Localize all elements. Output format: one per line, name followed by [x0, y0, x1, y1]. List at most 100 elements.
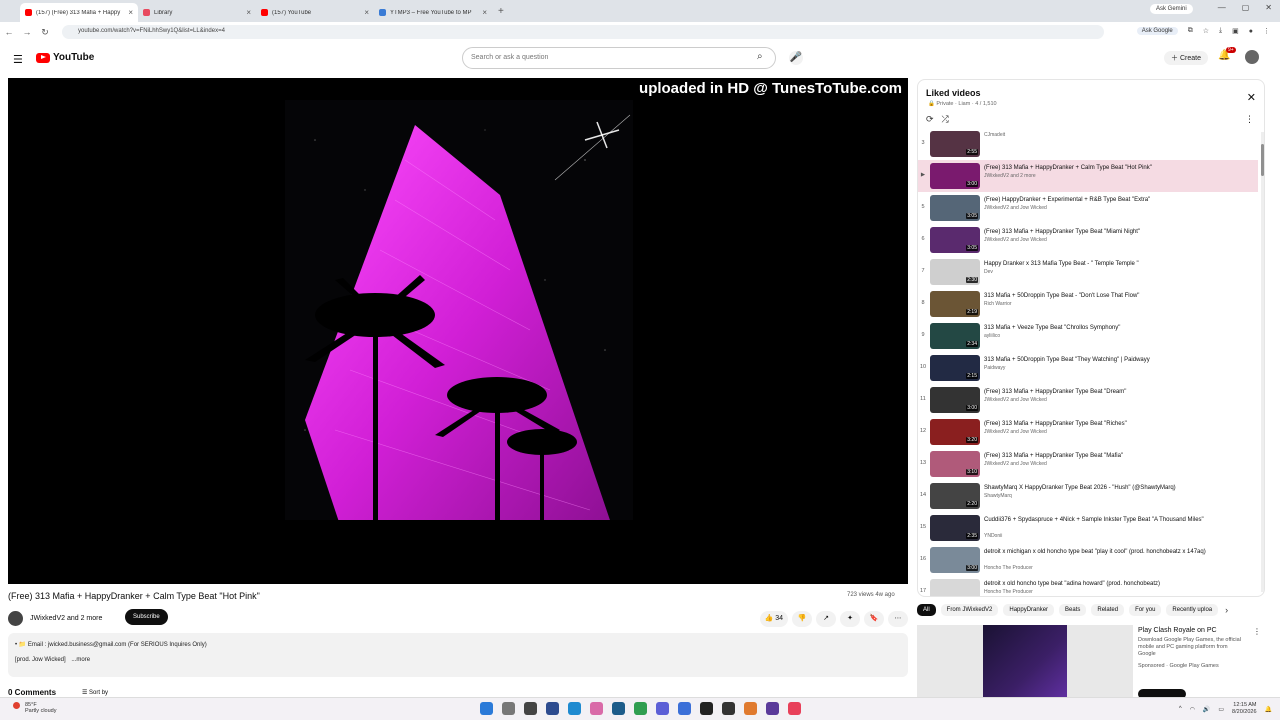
playlist-item[interactable]: 5 3:05 (Free) HappyDranker + Experimental … [918, 192, 1258, 224]
create-button[interactable]: ＋ Create [1164, 51, 1208, 65]
playlist-item[interactable]: 11 3:00 (Free) 313 Mafia + HappyDranker Ty… [918, 384, 1258, 416]
playlist-item-title[interactable]: (Free) HappyDranker + Experimental + R&B… [984, 196, 1234, 204]
app-icon-5[interactable] [700, 702, 713, 715]
playlist-item-thumbnail[interactable]: 2:34 [930, 323, 980, 349]
playlist-item-thumbnail[interactable]: 3:20 [930, 419, 980, 445]
playlist-item[interactable]: 16 3:00 detroit x michigan x old honcho ty… [918, 544, 1258, 576]
playlist-item[interactable]: 13 3:10 (Free) 313 Mafia + HappyDranker Ty… [918, 448, 1258, 480]
maximize-icon[interactable]: ▢ [1242, 3, 1250, 12]
playlist-item[interactable]: 12 3:20 (Free) 313 Mafia + HappyDranker Ty… [918, 416, 1258, 448]
video-description[interactable]: • 📁 Email : jwicked.business@gmail.com (… [8, 633, 908, 677]
app-icon-8[interactable] [766, 702, 779, 715]
tab-close-icon[interactable]: × [364, 8, 369, 17]
ad-more-icon[interactable]: ⋮ [1253, 627, 1261, 636]
channel-name[interactable]: JWixkedV2 and 2 more [30, 615, 102, 622]
new-tab-button[interactable]: + [498, 6, 504, 17]
browser-tab[interactable]: YTMP3 – Free YouTube to MP × [374, 3, 492, 22]
playlist-item[interactable]: 9 2:34 313 Mafia + Veeze Type Beat "Chroll… [918, 320, 1258, 352]
browser-tab[interactable]: Library × [138, 3, 256, 22]
minimize-icon[interactable]: — [1218, 3, 1226, 12]
edge-icon[interactable] [568, 702, 581, 715]
filter-chip[interactable]: Related [1091, 604, 1125, 616]
chrome-icon[interactable] [634, 702, 647, 715]
ask-gemini-button[interactable]: Ask Gemini [1150, 4, 1193, 14]
video-player[interactable]: uploaded in HD @ TunesToTube.com [8, 78, 908, 584]
extensions-icon[interactable]: ▣ [1232, 27, 1239, 35]
playlist-item[interactable]: 8 2:19 313 Mafia + 50Droppin Type Beat - "… [918, 288, 1258, 320]
forward-icon[interactable]: → [18, 27, 36, 37]
playlist-item-thumbnail[interactable]: 3:00 [930, 547, 980, 573]
close-playlist-icon[interactable]: ✕ [1247, 91, 1256, 104]
app-icon-7[interactable] [744, 702, 757, 715]
channel-avatar[interactable] [8, 611, 23, 626]
reload-icon[interactable]: ↻ [36, 27, 54, 38]
search-icon[interactable]: ⌕ [757, 51, 763, 62]
filter-chip[interactable]: All [917, 604, 936, 616]
playlist-item[interactable]: 172:50 detroit x old honcho type beat "ad… [918, 576, 1258, 596]
app-icon-1[interactable] [590, 702, 603, 715]
playlist-item[interactable]: 15 2:35 Cuddii376 + Spydaspruce + 4Nick + … [918, 512, 1258, 544]
close-window-icon[interactable]: ✕ [1265, 3, 1272, 12]
ask-ai-button[interactable]: ✦ [840, 611, 860, 627]
playlist-item[interactable]: 10 2:15 313 Mafia + 50Droppin Type Beat "T… [918, 352, 1258, 384]
download-icon[interactable]: ⤓ [1219, 27, 1222, 35]
microphone-icon[interactable]: 🎤 [789, 51, 803, 65]
share-button[interactable]: ↗ [816, 611, 836, 627]
playlist-item-thumbnail[interactable]: 3:05 [930, 195, 980, 221]
bookmark-star-icon[interactable]: ☆ [1203, 27, 1209, 35]
tab-close-icon[interactable]: × [128, 8, 133, 17]
playlist-item-title[interactable]: 313 Mafia + Veeze Type Beat "Chrollos Sy… [984, 324, 1234, 332]
hamburger-menu-icon[interactable]: ☰ [13, 53, 23, 66]
playlist-item-thumbnail[interactable]: 3:05 [930, 227, 980, 253]
browser-tab[interactable]: (157) YouTube × [256, 3, 374, 22]
shuffle-icon[interactable]: ⤮ [942, 114, 949, 125]
playlist-item-thumbnail[interactable]: 3:10 [930, 451, 980, 477]
ask-google-button[interactable]: Ask Google [1136, 27, 1178, 35]
save-button[interactable]: 🔖 [864, 611, 884, 627]
filter-chip[interactable]: For you [1129, 604, 1162, 616]
search-input[interactable]: Search or ask a question [462, 47, 776, 69]
battery-icon[interactable]: ▭ [1218, 706, 1224, 713]
browser-menu-icon[interactable]: ⋮ [1263, 27, 1270, 35]
ad-image[interactable] [917, 625, 1133, 697]
notification-center-icon[interactable]: 🔔 [1265, 706, 1272, 713]
music-icon[interactable] [788, 702, 801, 715]
playlist-item-title[interactable]: detroit x michigan x old honcho type bea… [984, 548, 1234, 556]
playlist-item-title[interactable]: detroit x old honcho type beat "adina ho… [984, 580, 1234, 588]
url-field[interactable]: youtube.com/watch?v=FNiLhhSwy1Q&list=LL&… [62, 25, 1104, 39]
playlist-item-thumbnail[interactable]: 2:35 [930, 515, 980, 541]
clock[interactable]: 12:15 AM 8/20/2026 [1232, 702, 1256, 716]
playlist-item-title[interactable]: 313 Mafia + 50Droppin Type Beat "They Wa… [984, 356, 1234, 364]
playlist-item-thumbnail[interactable]: 2:20 [930, 483, 980, 509]
playlist-item-title[interactable]: ShawtyMarq X HappyDranker Type Beat 2026… [984, 484, 1234, 492]
playlist-item-thumbnail[interactable]: 2:30 [930, 259, 980, 285]
install-icon[interactable]: ⧉ [1188, 27, 1193, 35]
volume-icon[interactable]: 🔊 [1203, 706, 1210, 713]
tab-close-icon[interactable]: × [246, 8, 251, 17]
playlist-item-title[interactable]: (Free) 313 Mafia + HappyDranker + Calm T… [984, 164, 1234, 172]
like-button[interactable]: 👍 34 [759, 611, 788, 627]
playlist-item-title[interactable]: (Free) 313 Mafia + HappyDranker Type Bea… [984, 388, 1234, 396]
playlist-item-thumbnail[interactable]: 2:55 [930, 131, 980, 157]
wifi-icon[interactable]: ◠ [1190, 706, 1195, 713]
app-icon-4[interactable] [678, 702, 691, 715]
youtube-logo[interactable]: YouTube [36, 52, 94, 63]
weather-widget[interactable]: 85°F Partly cloudy [13, 702, 57, 714]
filter-chip[interactable]: Beats [1059, 604, 1087, 616]
playlist-item-title[interactable]: (Free) 313 Mafia + HappyDranker Type Bea… [984, 228, 1234, 236]
file-explorer-icon[interactable] [524, 702, 537, 715]
description-more-link[interactable]: ...more [71, 657, 90, 663]
task-view-icon[interactable] [546, 702, 559, 715]
playlist-item-title[interactable]: 313 Mafia + 50Droppin Type Beat - "Don't… [984, 292, 1234, 300]
start-icon[interactable] [480, 702, 493, 715]
taskbar-search-icon[interactable] [502, 702, 515, 715]
playlist-item[interactable]: 7 2:30 Happy Dranker x 313 Mafia Type Beat… [918, 256, 1258, 288]
tab-close-icon[interactable]: × [482, 8, 487, 17]
playlist-more-icon[interactable]: ⋮ [1245, 114, 1254, 125]
loop-icon[interactable]: ⟳ [926, 114, 934, 125]
playlist-item-thumbnail[interactable]: 2:15 [930, 355, 980, 381]
subscribe-button[interactable]: Subscribe [125, 609, 168, 625]
chevron-right-icon[interactable]: › [1225, 605, 1228, 615]
app-icon-2[interactable] [612, 702, 625, 715]
tray-chevron-icon[interactable]: ^ [1179, 706, 1182, 712]
